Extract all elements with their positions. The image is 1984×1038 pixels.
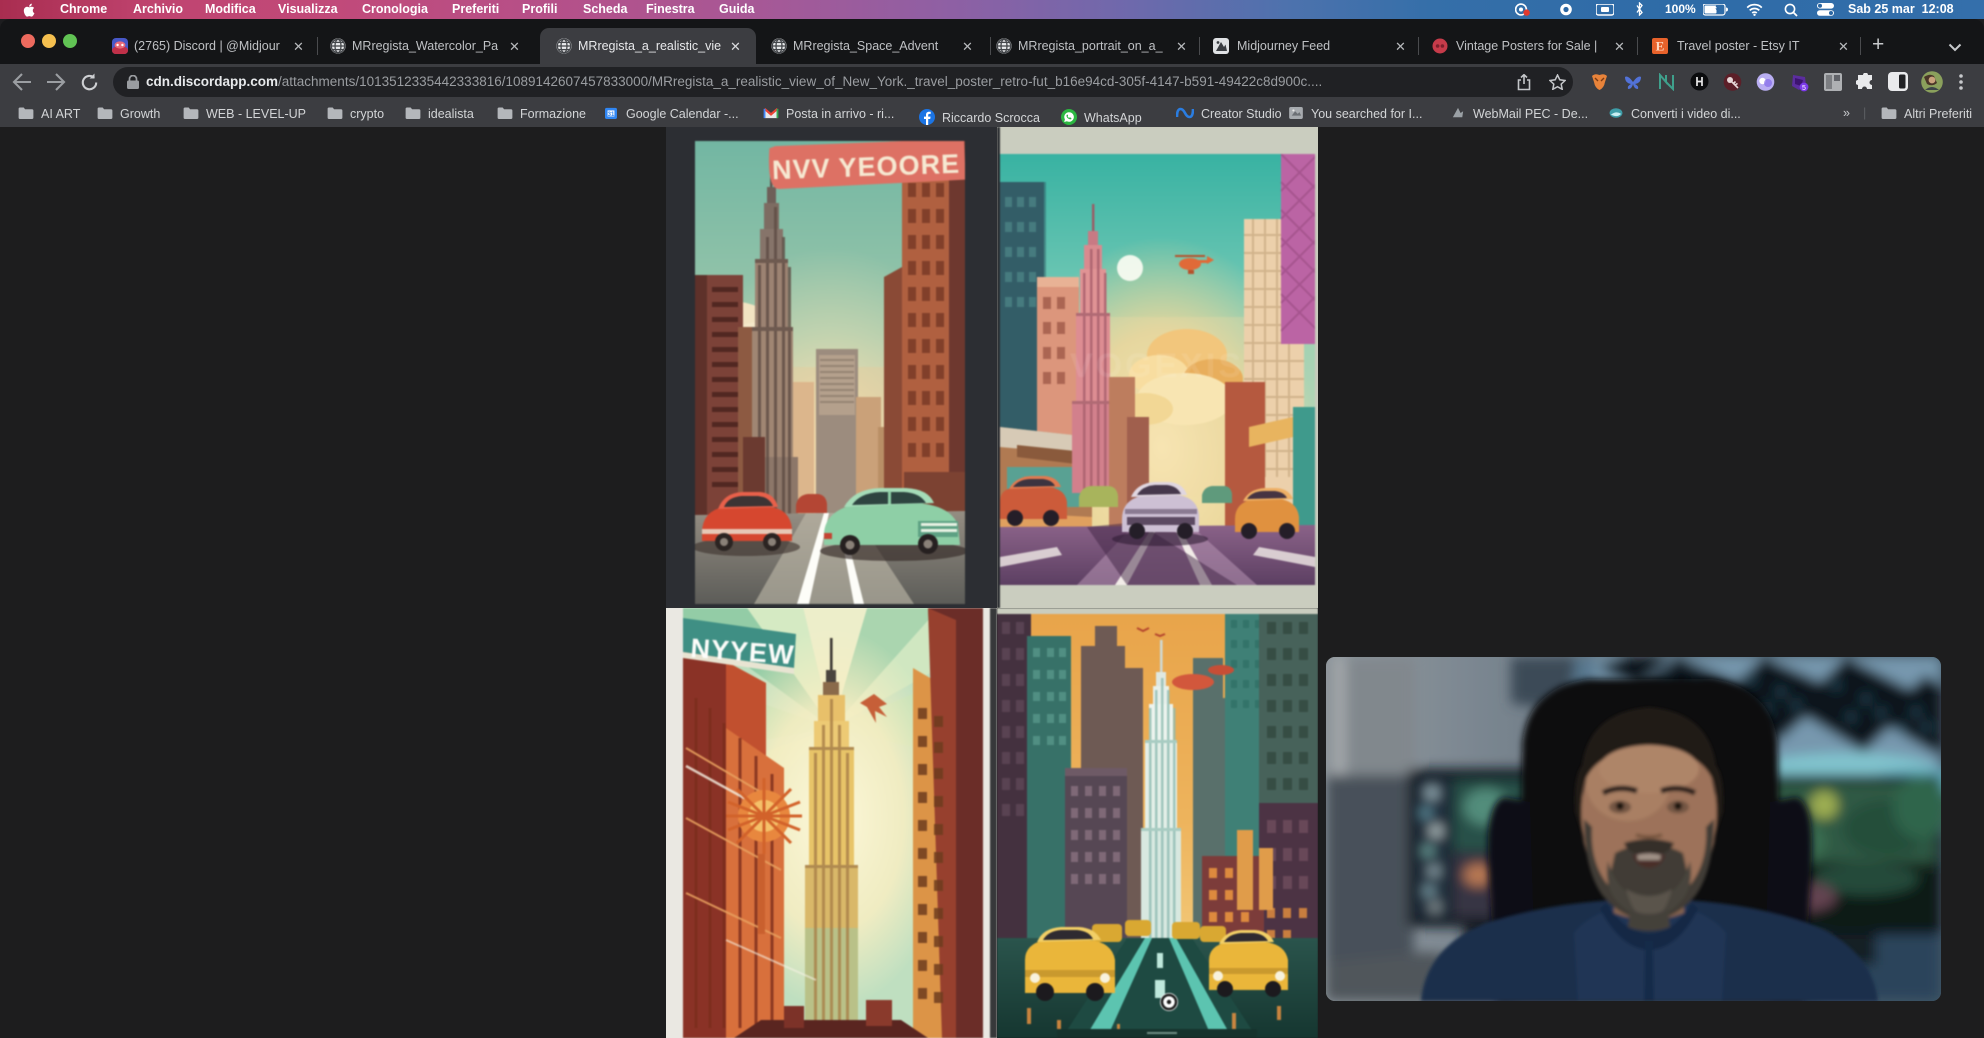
svg-text:E: E [1656, 39, 1665, 54]
svg-text:VOGEXIS: VOGEXIS [1070, 347, 1244, 385]
svg-text:31: 31 [608, 112, 615, 118]
svg-text:5: 5 [1802, 85, 1806, 92]
